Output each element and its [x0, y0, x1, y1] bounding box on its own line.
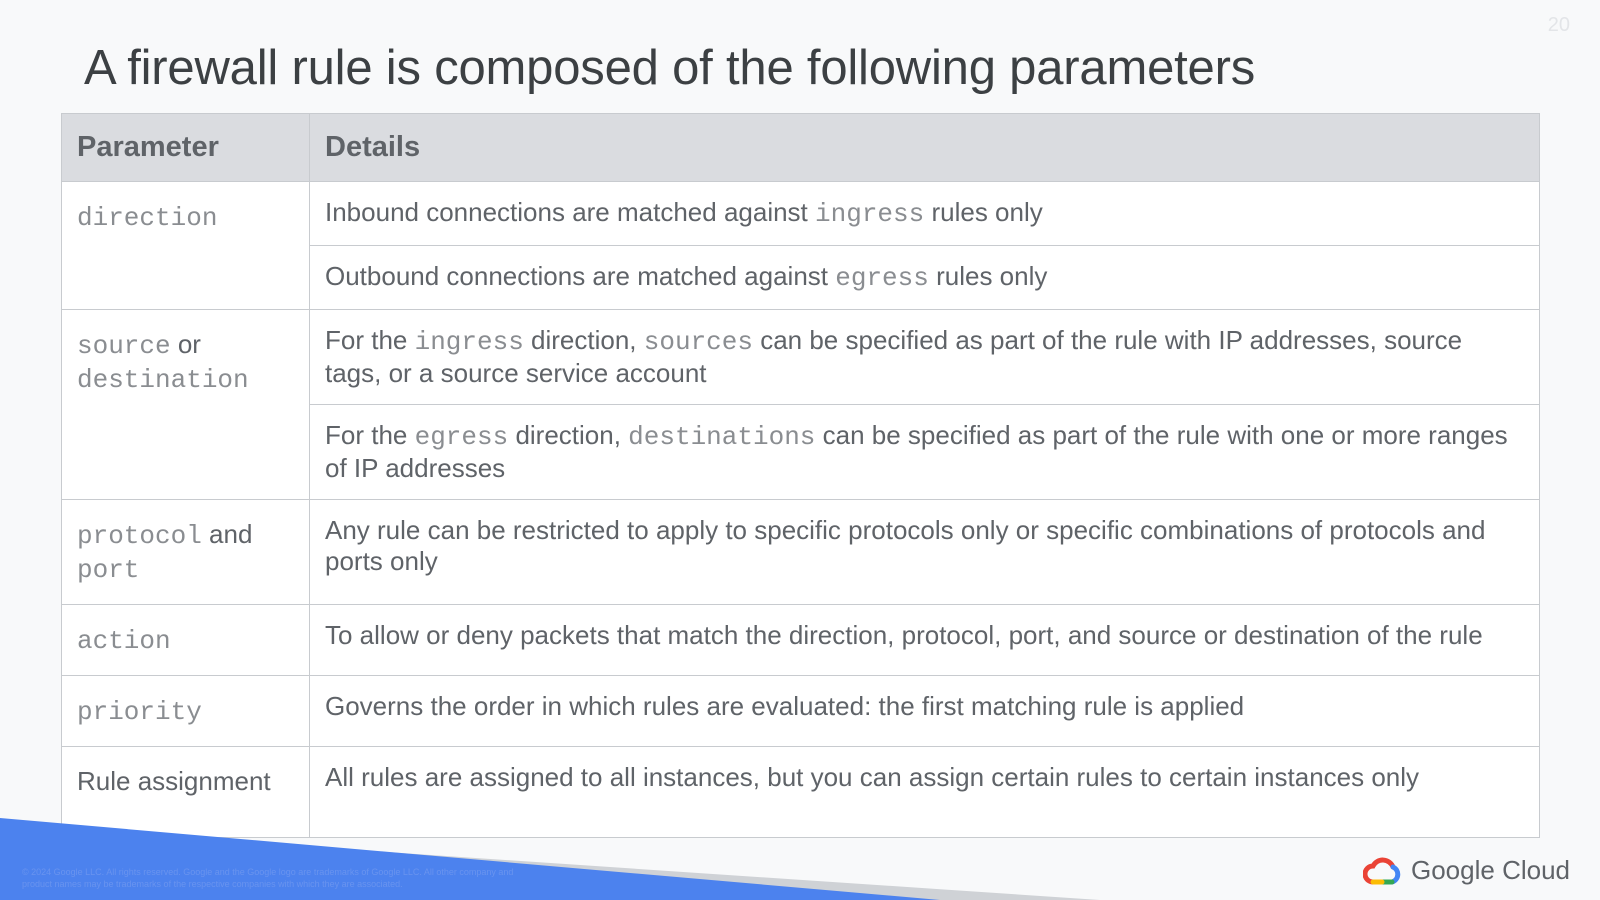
- parameters-table: Parameter Details direction Inbound conn…: [61, 113, 1540, 838]
- google-cloud-logo: Google Cloud: [1363, 855, 1570, 886]
- table-row: source or destination For the ingress di…: [61, 309, 1540, 500]
- detail-text: direction,: [508, 420, 629, 450]
- param-direction: direction: [61, 181, 310, 310]
- param-action: action: [61, 604, 310, 676]
- param-code: destination: [77, 365, 249, 395]
- param-code: protocol: [77, 521, 202, 551]
- table-row: action To allow or deny packets that mat…: [61, 604, 1540, 676]
- param-code: port: [77, 555, 140, 585]
- header-parameter: Parameter: [61, 113, 310, 182]
- logo-text: Google Cloud: [1411, 855, 1570, 885]
- param-code: action: [77, 626, 171, 656]
- code-ingress: ingress: [414, 327, 524, 357]
- param-join: and: [201, 519, 253, 549]
- table-row: priority Governs the order in which rule…: [61, 675, 1540, 747]
- detail-priority: Governs the order in which rules are eva…: [309, 675, 1540, 747]
- code-ingress: ingress: [815, 199, 925, 229]
- table-row: protocol and port Any rule can be restri…: [61, 499, 1540, 605]
- param-code: direction: [77, 203, 218, 233]
- detail-ingress-sources: For the ingress direction, sources can b…: [309, 309, 1540, 405]
- table-row: direction Inbound connections are matche…: [61, 181, 1540, 310]
- detail-text: rules only: [924, 197, 1043, 227]
- param-source-destination: source or destination: [61, 309, 310, 500]
- table-header-row: Parameter Details: [61, 113, 1540, 182]
- code-egress: egress: [835, 263, 929, 293]
- detail-outbound: Outbound connections are matched against…: [309, 245, 1540, 310]
- detail-text: For the: [325, 420, 415, 450]
- param-priority: priority: [61, 675, 310, 747]
- slide-title: A firewall rule is composed of the follo…: [84, 41, 1256, 95]
- detail-egress-destinations: For the egress direction, destinations c…: [309, 404, 1540, 500]
- param-code: source: [77, 331, 171, 361]
- detail-text: rules only: [928, 261, 1048, 291]
- code-sources: sources: [643, 327, 753, 357]
- param-join: or: [170, 329, 201, 359]
- detail-text: For the: [325, 325, 415, 355]
- page-number: 20: [1547, 14, 1570, 36]
- detail-text: direction,: [523, 325, 644, 355]
- detail-text: Inbound connections are matched against: [325, 197, 816, 227]
- footer-legal-text: © 2024 Google LLC. All rights reserved. …: [22, 867, 514, 889]
- google-cloud-icon: [1363, 857, 1401, 884]
- param-code: priority: [77, 697, 202, 727]
- detail-protocol-port: Any rule can be restricted to apply to s…: [309, 499, 1540, 605]
- detail-action: To allow or deny packets that match the …: [309, 604, 1540, 676]
- param-protocol-port: protocol and port: [61, 499, 310, 605]
- header-details: Details: [309, 113, 1540, 182]
- detail-text: Outbound connections are matched against: [325, 261, 836, 291]
- detail-inbound: Inbound connections are matched against …: [309, 181, 1540, 246]
- code-destinations: destinations: [628, 422, 816, 452]
- code-egress: egress: [414, 422, 509, 452]
